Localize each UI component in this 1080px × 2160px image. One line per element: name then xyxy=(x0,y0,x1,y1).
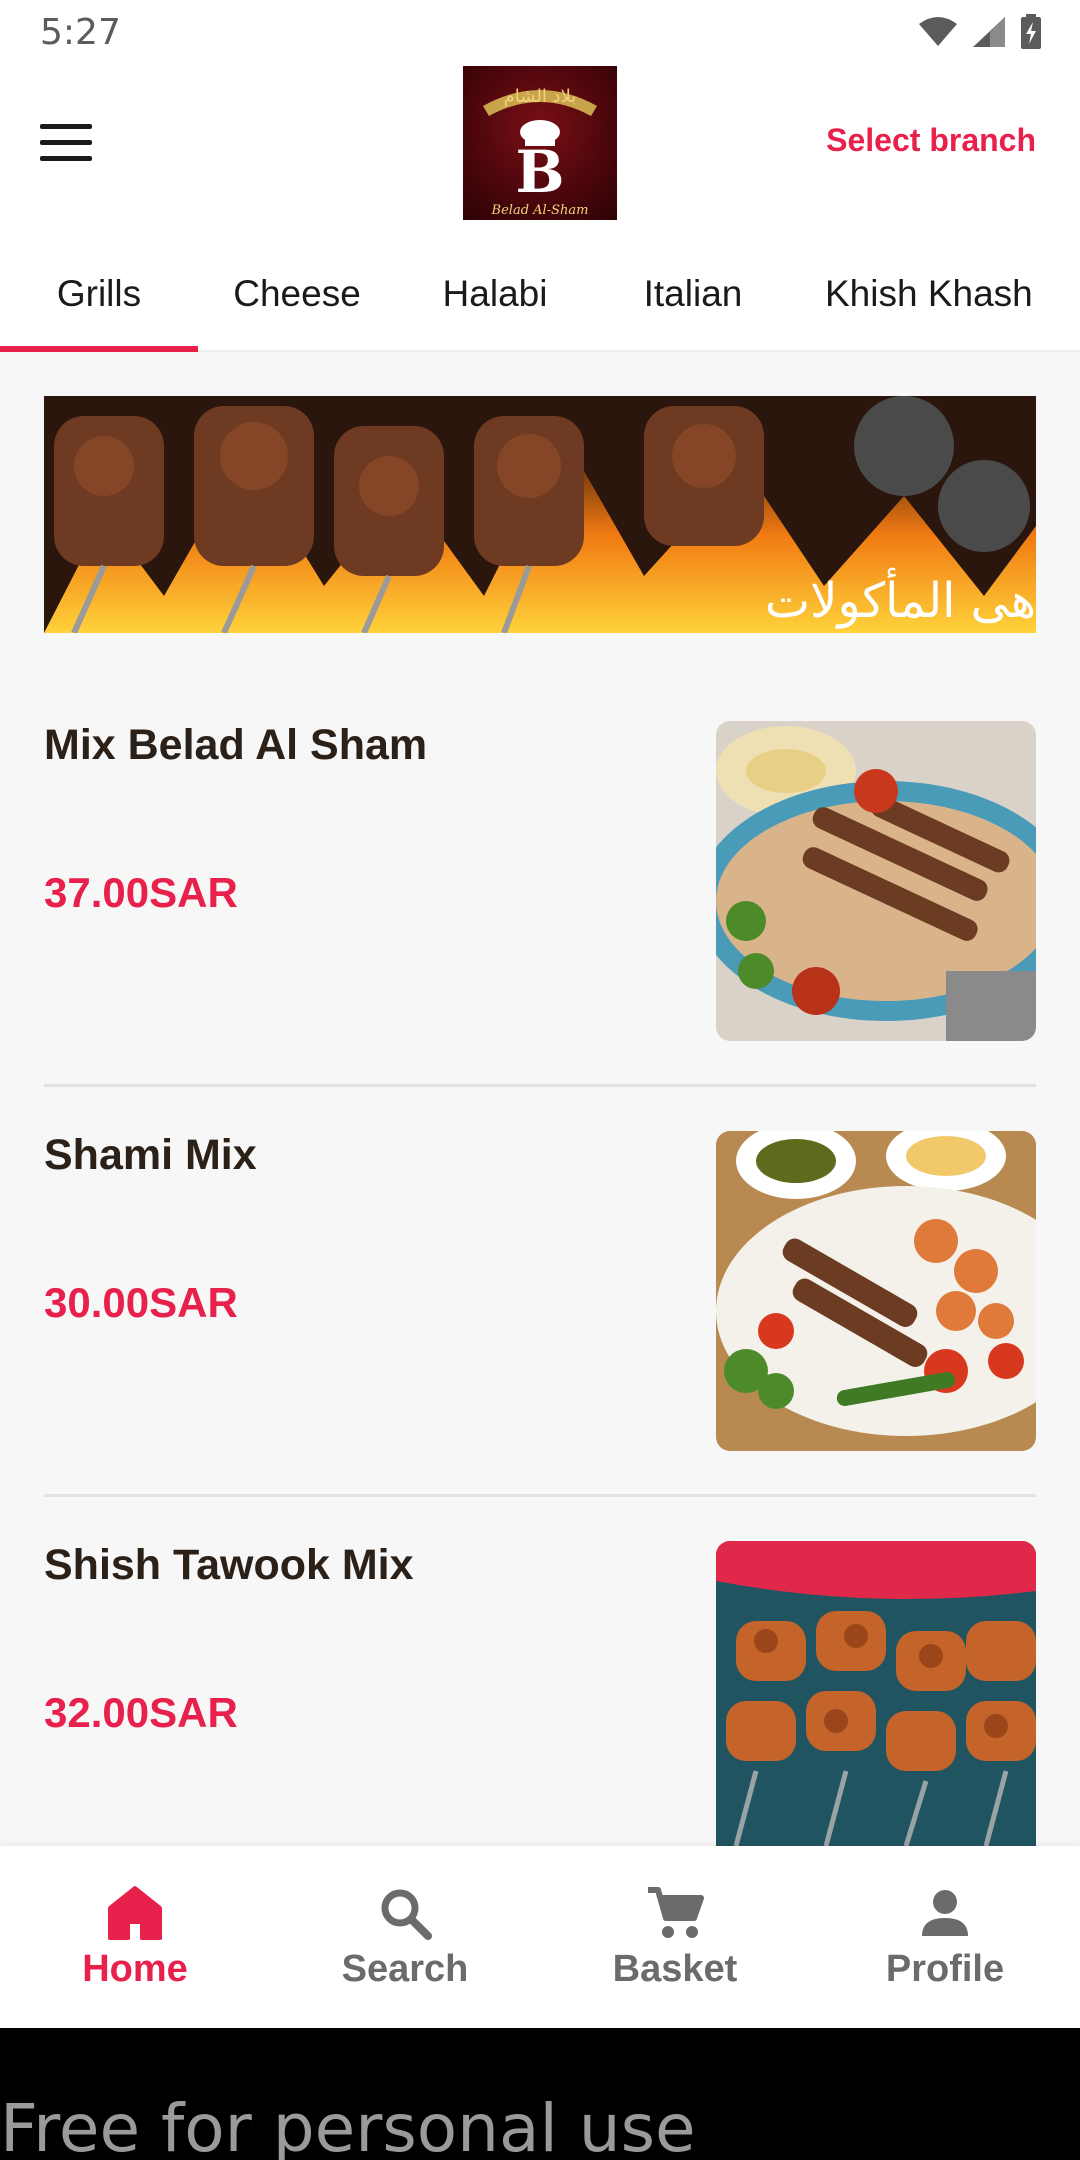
restaurant-logo: بلاد الشام B Belad Al-Sham xyxy=(463,66,617,220)
tab-label: Khish Khash xyxy=(825,273,1033,314)
wifi-icon xyxy=(919,17,957,46)
category-tabs: Grills Cheese Halabi Italian Khish Khash xyxy=(0,236,1080,352)
tab-italian[interactable]: Italian xyxy=(594,236,792,352)
person-icon xyxy=(922,1890,968,1936)
cart-icon xyxy=(648,1887,704,1938)
active-tab-indicator xyxy=(0,346,198,352)
menu-item-price: 30.00SAR xyxy=(44,1279,238,1326)
menu-item-price: 37.00SAR xyxy=(44,869,238,916)
menu-item-name: Mix Belad Al Sham xyxy=(44,721,428,769)
nav-profile[interactable]: Profile xyxy=(810,1846,1080,2028)
tab-label: Italian xyxy=(643,273,743,314)
home-icon xyxy=(108,1886,162,1940)
shami-mix-platter-photo xyxy=(716,1131,1036,1451)
shish-tawook-photo xyxy=(716,1541,1036,1846)
app-header: بلاد الشام B Belad Al-Sham Select branch xyxy=(0,66,1080,236)
item-divider xyxy=(44,1084,1036,1087)
battery-charging-icon xyxy=(1021,14,1041,49)
tab-halabi[interactable]: Halabi xyxy=(396,236,594,352)
tab-label: Grills xyxy=(56,273,142,314)
tab-grills[interactable]: Grills xyxy=(0,236,198,352)
logo-arabic-text: بلاد الشام xyxy=(504,86,577,107)
status-bar: 5:27 xyxy=(0,0,1080,66)
nav-label: Basket xyxy=(612,1948,738,1990)
tab-cheese[interactable]: Cheese xyxy=(198,236,396,352)
banner-arabic-text: هى المأكولات xyxy=(764,573,1036,629)
watermark-bar: Free for personal use xyxy=(0,2028,1080,2160)
category-banner-image: هى المأكولات xyxy=(44,396,1036,633)
menu-item-name: Shish Tawook Mix xyxy=(44,1541,414,1589)
tab-label: Halabi xyxy=(442,273,548,314)
status-time: 5:27 xyxy=(40,12,121,53)
menu-item-image xyxy=(716,1131,1036,1451)
nav-search[interactable]: Search xyxy=(270,1846,540,2028)
menu-item-image xyxy=(716,721,1036,1041)
hamburger-menu-button[interactable] xyxy=(40,124,92,164)
logo-graphic: بلاد الشام B Belad Al-Sham xyxy=(483,86,597,218)
watermark-text: Free for personal use xyxy=(0,2090,696,2160)
nav-basket[interactable]: Basket xyxy=(540,1846,810,2028)
nav-label: Profile xyxy=(885,1948,1005,1990)
logo-monogram: B xyxy=(515,138,564,206)
item-divider xyxy=(44,1494,1036,1497)
menu-item-name: Shami Mix xyxy=(44,1131,257,1179)
status-icons xyxy=(918,14,1042,50)
menu-item-image xyxy=(716,1541,1036,1846)
select-branch-button[interactable]: Select branch xyxy=(826,122,1036,159)
menu-item[interactable]: Shami Mix 30.00SAR xyxy=(44,1131,1036,1451)
menu-item[interactable]: Mix Belad Al Sham 37.00SAR xyxy=(44,721,1036,1041)
bottom-navigation: Home Search Basket Profile xyxy=(0,1846,1080,2028)
tab-khish-khash[interactable]: Khish Khash xyxy=(792,236,1080,352)
nav-label: Home xyxy=(82,1948,188,1990)
tab-label: Cheese xyxy=(233,273,361,314)
search-icon xyxy=(381,1889,432,1940)
nav-label: Search xyxy=(341,1948,469,1990)
cellular-signal-icon xyxy=(973,17,1005,47)
mixed-grill-platter-photo xyxy=(716,721,1036,1041)
menu-item[interactable]: Shish Tawook Mix 32.00SAR xyxy=(44,1541,1036,1861)
logo-script-text: Belad Al-Sham xyxy=(491,203,589,218)
menu-item-price: 32.00SAR xyxy=(44,1689,238,1736)
nav-home[interactable]: Home xyxy=(0,1846,270,2028)
